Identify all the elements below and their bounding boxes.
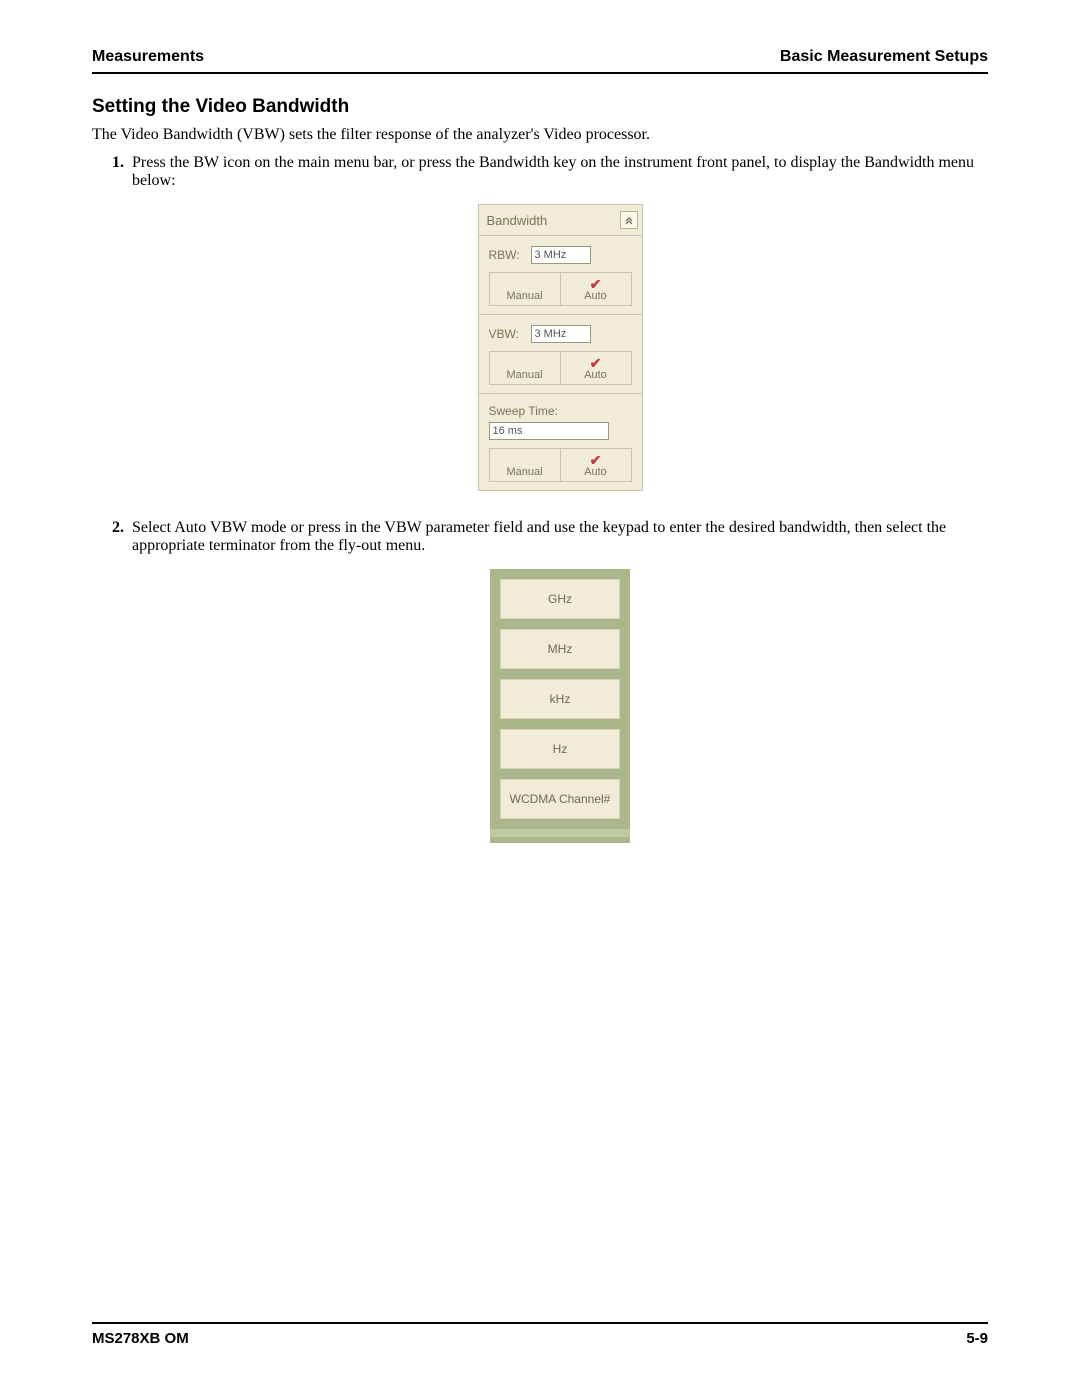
page-header: Measurements Basic Measurement Setups (92, 48, 988, 74)
vbw-label: VBW: (489, 327, 525, 341)
step-2: 2. Select Auto VBW mode or press in the … (132, 519, 988, 843)
vbw-manual-label: Manual (506, 369, 542, 381)
unit-wcdma-button[interactable]: WCDMA Channel# (500, 779, 620, 819)
vbw-input[interactable] (531, 325, 591, 343)
rbw-manual-button[interactable]: Manual (490, 273, 560, 305)
rbw-input[interactable] (531, 246, 591, 264)
rbw-manual-label: Manual (506, 290, 542, 302)
vbw-mode-toggle[interactable]: Manual ✔ Auto (489, 351, 632, 385)
rbw-auto-button[interactable]: ✔ Auto (560, 273, 631, 305)
unit-flyout-menu: GHz MHz kHz Hz WCDMA Channel# (490, 569, 630, 843)
vbw-auto-button[interactable]: ✔ Auto (560, 352, 631, 384)
step-2-text: Select Auto VBW mode or press in the VBW… (132, 519, 946, 554)
sweep-manual-label: Manual (506, 466, 542, 478)
page-footer: MS278XB OM 5-9 (92, 1322, 988, 1347)
rbw-label: RBW: (489, 248, 525, 262)
unit-hz-button[interactable]: Hz (500, 729, 620, 769)
sweep-manual-button[interactable]: Manual (490, 449, 560, 481)
vbw-manual-button[interactable]: Manual (490, 352, 560, 384)
rbw-section: RBW: Manual ✔ Auto (479, 236, 642, 315)
checkmark-icon: ✔ (590, 452, 602, 469)
unit-khz-label: kHz (550, 692, 571, 706)
bandwidth-panel: Bandwidth RBW: Manual (478, 204, 643, 491)
unit-ghz-button[interactable]: GHz (500, 579, 620, 619)
unit-hz-label: Hz (553, 742, 568, 756)
sweep-section: Sweep Time: Manual ✔ Auto (479, 394, 642, 490)
unit-khz-button[interactable]: kHz (500, 679, 620, 719)
step-1-text: Press the BW icon on the main menu bar, … (132, 154, 974, 189)
step-2-number: 2. (112, 519, 124, 537)
rbw-mode-toggle[interactable]: Manual ✔ Auto (489, 272, 632, 306)
sweep-auto-button[interactable]: ✔ Auto (560, 449, 631, 481)
header-left: Measurements (92, 48, 204, 66)
unit-ghz-label: GHz (548, 592, 572, 606)
unit-mhz-button[interactable]: MHz (500, 629, 620, 669)
unit-wcdma-label: WCDMA Channel# (510, 792, 611, 806)
intro-paragraph: The Video Bandwidth (VBW) sets the filte… (92, 126, 988, 144)
step-1-number: 1. (112, 154, 124, 172)
flyout-separator (490, 829, 630, 837)
checkmark-icon: ✔ (590, 276, 602, 293)
vbw-section: VBW: Manual ✔ Auto (479, 315, 642, 394)
footer-right: 5-9 (966, 1330, 988, 1347)
unit-mhz-label: MHz (548, 642, 573, 656)
sweep-input[interactable] (489, 422, 609, 440)
step-1: 1. Press the BW icon on the main menu ba… (132, 154, 988, 491)
checkmark-icon: ✔ (590, 355, 602, 372)
collapse-icon[interactable] (620, 211, 638, 229)
section-title: Setting the Video Bandwidth (92, 96, 988, 118)
footer-left: MS278XB OM (92, 1330, 189, 1347)
sweep-label: Sweep Time: (489, 404, 632, 418)
header-right: Basic Measurement Setups (780, 48, 988, 66)
bandwidth-panel-title: Bandwidth (487, 213, 548, 228)
sweep-mode-toggle[interactable]: Manual ✔ Auto (489, 448, 632, 482)
